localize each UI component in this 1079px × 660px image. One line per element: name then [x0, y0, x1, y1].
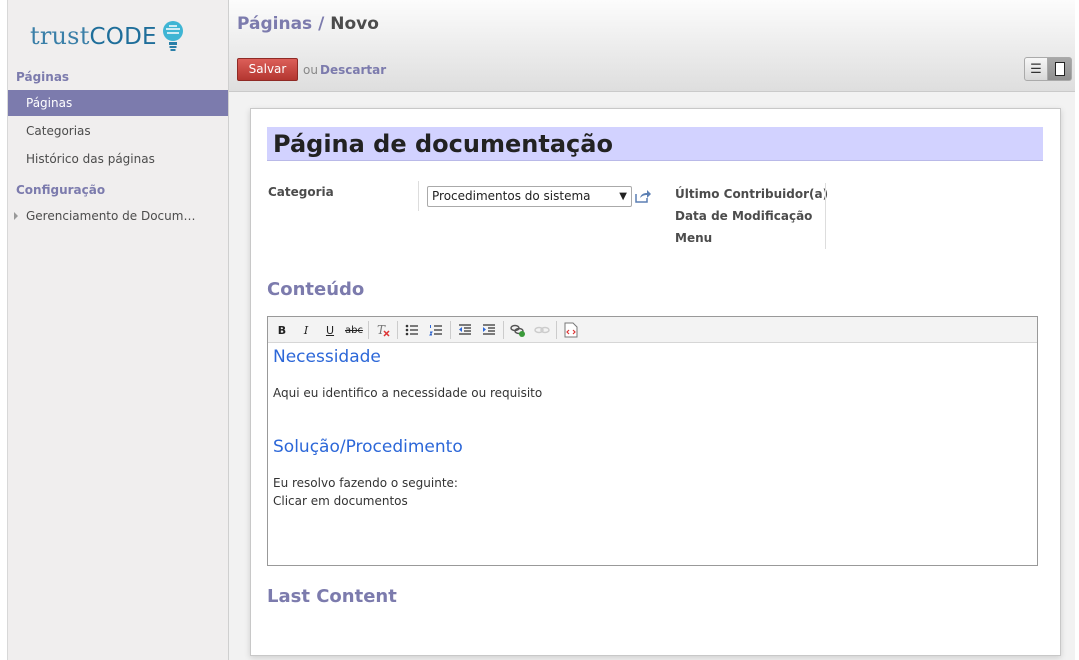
link-button[interactable]	[508, 321, 528, 339]
menu-label: Menu	[675, 231, 713, 245]
breadcrumb: Páginas / Novo	[237, 14, 379, 34]
toolbar-separator	[556, 321, 557, 339]
editor-heading-necessidade: Necessidade	[273, 347, 381, 367]
outdent-button[interactable]	[455, 321, 475, 339]
category-label: Categoria	[268, 185, 334, 199]
or-text: ou	[303, 63, 318, 77]
underline-button[interactable]: U	[320, 321, 340, 339]
editor-heading-solucao: Solução/Procedimento	[273, 437, 463, 457]
sidebar-section-configuracao: Configuração	[16, 183, 106, 197]
content-section-title: Conteúdo	[267, 279, 365, 300]
breadcrumb-separator: /	[318, 14, 325, 34]
form-view-button[interactable]	[1048, 57, 1072, 81]
divider	[418, 181, 419, 211]
sidebar-section-paginas: Páginas	[16, 70, 70, 84]
unlink-icon	[534, 326, 550, 334]
numbered-list-icon	[429, 325, 442, 336]
form-icon	[1054, 62, 1065, 76]
right-edge	[1075, 0, 1079, 660]
external-link-icon[interactable]	[635, 189, 651, 203]
toolbar-separator	[450, 321, 451, 339]
editor-toolbar: B I U abc T	[268, 317, 1037, 343]
editor-paragraph: Clicar em documentos	[273, 494, 408, 508]
bold-button[interactable]: B	[272, 321, 292, 339]
discard-link[interactable]: Descartar	[320, 63, 386, 77]
remove-format-icon: T	[377, 323, 390, 337]
sidebar-item-gerenciamento[interactable]: Gerenciamento de Docum…	[8, 203, 228, 229]
breadcrumb-current: Novo	[330, 14, 379, 34]
view-switcher: ☰	[1024, 57, 1072, 81]
last-content-title: Last Content	[267, 586, 397, 607]
category-value: Procedimentos do sistema	[432, 189, 591, 203]
indent-icon	[483, 324, 495, 335]
sidebar-item-historico[interactable]: Histórico das páginas	[8, 146, 228, 172]
toolbar-separator	[397, 321, 398, 339]
source-code-button[interactable]	[561, 321, 581, 339]
chevron-down-icon: ▼	[619, 191, 627, 202]
italic-button[interactable]: I	[296, 321, 316, 339]
sidebar: trustCODE Páginas Páginas Categorias His…	[0, 0, 229, 660]
breadcrumb-parent-link[interactable]: Páginas	[237, 14, 312, 34]
html-editor[interactable]: B I U abc T Necessidade Aqui eu identifi…	[267, 316, 1038, 566]
sidebar-item-paginas[interactable]: Páginas	[8, 90, 228, 116]
link-icon	[510, 324, 525, 337]
modified-date-label: Data de Modificação	[675, 209, 813, 223]
divider	[825, 183, 826, 249]
strikethrough-button[interactable]: abc	[344, 321, 364, 339]
form-sheet: Página de documentação Categoria Procedi…	[250, 108, 1061, 656]
outdent-icon	[459, 324, 471, 335]
list-view-button[interactable]: ☰	[1024, 57, 1048, 81]
editor-paragraph: Eu resolvo fazendo o seguinte:	[273, 476, 458, 490]
remove-format-button[interactable]: T	[373, 321, 393, 339]
sidebar-item-categorias[interactable]: Categorias	[8, 118, 228, 144]
logo-text: trustCODE	[30, 22, 157, 50]
source-code-icon	[564, 322, 578, 338]
unlink-button[interactable]	[532, 321, 552, 339]
toolbar-separator	[368, 321, 369, 339]
numbered-list-button[interactable]	[426, 321, 446, 339]
category-select[interactable]: Procedimentos do sistema ▼	[427, 186, 632, 207]
left-edge	[0, 0, 8, 660]
toolbar-separator	[503, 321, 504, 339]
editor-paragraph: Aqui eu identifico a necessidade ou requ…	[273, 386, 543, 400]
lightbulb-icon	[162, 21, 183, 51]
control-panel: Páginas / Novo Salvar ou Descartar ☰	[229, 0, 1079, 92]
logo[interactable]: trustCODE	[30, 16, 186, 56]
bullet-list-icon	[405, 324, 418, 336]
list-icon: ☰	[1030, 61, 1042, 77]
indent-button[interactable]	[479, 321, 499, 339]
last-contributor-label: Último Contribuidor(a)	[675, 187, 829, 201]
save-button[interactable]: Salvar	[237, 58, 298, 81]
page-title-input[interactable]: Página de documentação	[267, 127, 1043, 161]
bullet-list-button[interactable]	[402, 321, 422, 339]
